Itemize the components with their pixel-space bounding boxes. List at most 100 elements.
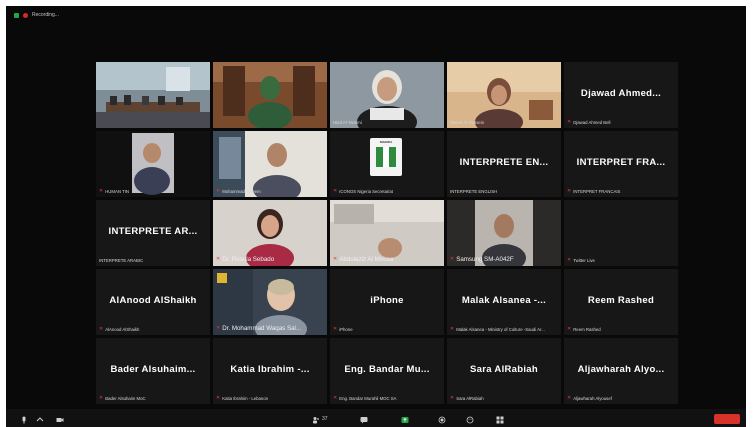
participant-caption: ✕ Dr. Rosula Sebado xyxy=(216,256,275,263)
video-feed xyxy=(213,131,327,197)
participant-caption: ✕ Aljawharah Alyousef xyxy=(567,395,612,402)
mic-muted-icon: ✕ xyxy=(450,256,455,262)
video-feed xyxy=(96,62,210,128)
participant-caption: ✕ Samsung SM-A042F xyxy=(450,256,514,263)
name-tile[interactable]: Eng. Bandar Mu... ✕ Eng. Bandar Murahil … xyxy=(330,338,444,404)
empty-tile[interactable]: ✕ Twitter Live xyxy=(564,200,678,266)
participants-icon[interactable] xyxy=(312,416,320,424)
name-tile[interactable]: Reem Rashed ✕ Reem Rashed xyxy=(564,269,678,335)
chevron-up-icon[interactable] xyxy=(36,416,44,424)
participant-caption: ✕ ICONOS Nigeria Secretariat xyxy=(333,188,393,195)
mic-muted-icon: ✕ xyxy=(216,395,221,401)
chat-icon[interactable] xyxy=(360,416,368,424)
share-screen-icon[interactable] xyxy=(401,416,409,424)
participant-caption: ✕ Eng. Bandar Murahil MOC SA xyxy=(333,395,397,402)
recording-label: Recording... xyxy=(32,12,59,18)
participant-caption: INTERPRETE ENGLISH xyxy=(450,189,498,194)
logo-tile[interactable]: NIGERIA ✕ ICONOS Nigeria Secretariat xyxy=(330,131,444,197)
video-tile-active-speaker[interactable]: Hind Al-Tamimi xyxy=(330,62,444,128)
record-icon[interactable] xyxy=(438,416,446,424)
mic-muted-icon: ✕ xyxy=(567,326,572,332)
participant-caption: ✕ INTERPRET FRANCAIS xyxy=(567,188,621,195)
participant-name: Djawad Ahmed... xyxy=(580,88,662,99)
mic-muted-icon: ✕ xyxy=(567,395,572,401)
participant-name: Sara AlRabiah xyxy=(470,364,538,375)
reactions-icon[interactable] xyxy=(466,416,474,424)
video-feed xyxy=(447,62,561,128)
video-tile[interactable]: ✕ Dr. Rosula Sebado xyxy=(213,200,327,266)
mic-muted-icon: ✕ xyxy=(567,119,572,125)
video-feed xyxy=(213,62,327,128)
end-meeting-button[interactable] xyxy=(714,414,740,424)
mic-muted-icon: ✕ xyxy=(333,326,338,332)
participant-name: Eng. Bandar Mu... xyxy=(344,364,430,375)
recording-dot-icon xyxy=(23,12,28,18)
participant-caption: Saeed Al-Hussein xyxy=(450,120,485,125)
mic-muted-icon: ✕ xyxy=(216,256,221,262)
mic-muted-icon: ✕ xyxy=(567,188,572,194)
participant-caption: ✕ Reem Rashed xyxy=(567,326,601,333)
video-tile[interactable]: Saeed Al-Hussein xyxy=(447,62,561,128)
participant-caption: ✕ AlAnood AlShaikh xyxy=(99,326,140,333)
participant-caption: INTERPRETE ARABIC xyxy=(99,258,144,263)
participant-caption: ✕ Bader Alsuhaim MoC xyxy=(99,395,146,402)
mic-muted-icon: ✕ xyxy=(216,188,221,194)
organization-logo: NIGERIA xyxy=(370,138,402,176)
participant-name: Bader Alsuhaim... xyxy=(110,364,196,375)
participant-name: iPhone xyxy=(370,295,404,306)
participant-name: Malak Alsanea -... xyxy=(461,295,547,306)
video-feed xyxy=(96,131,210,197)
name-tile[interactable]: Aljawharah Alyo... ✕ Aljawharah Alyousef xyxy=(564,338,678,404)
participant-count: 37 xyxy=(322,416,328,422)
name-tile[interactable]: Bader Alsuhaim... ✕ Bader Alsuhaim MoC xyxy=(96,338,210,404)
participant-name: AlAnood AlShaikh xyxy=(109,295,197,306)
video-feed xyxy=(330,62,444,128)
participant-caption: ✕ Sara AlRabiah xyxy=(450,395,484,402)
participant-name: INTERPRET FRA... xyxy=(576,157,666,168)
participant-caption: ✕ Dr. Mohammad Waqas Sal... xyxy=(216,325,302,332)
name-tile[interactable]: INTERPRETE EN... INTERPRETE ENGLISH xyxy=(447,131,561,197)
participant-caption: ✕ iPhone xyxy=(333,326,353,333)
participant-caption: ✕ Mohammad Saleem xyxy=(216,188,261,195)
name-tile[interactable]: iPhone ✕ iPhone xyxy=(330,269,444,335)
participant-name: INTERPRETE AR... xyxy=(108,226,198,237)
mic-muted-icon: ✕ xyxy=(99,188,104,194)
gallery-grid: Hind Al-Tamimi Saeed Al-Hussein Djawad A… xyxy=(96,62,679,404)
name-tile[interactable]: Katia Ibrahim -... ✕ Katia Ibrahim - Leb… xyxy=(213,338,327,404)
mic-muted-icon: ✕ xyxy=(450,326,455,332)
mic-muted-icon: ✕ xyxy=(567,257,572,263)
video-tile[interactable]: ✕ HUMAN TIN xyxy=(96,131,210,197)
participant-caption: ✕ Katia Ibrahim - Lebanon xyxy=(216,395,269,402)
video-tile[interactable]: ✕ Samsung SM-A042F xyxy=(447,200,561,266)
mic-muted-icon: ✕ xyxy=(99,326,104,332)
mic-muted-icon: ✕ xyxy=(333,256,338,262)
meeting-toolbar: 37 xyxy=(6,409,746,427)
video-tile[interactable] xyxy=(96,62,210,128)
participant-name: Reem Rashed xyxy=(587,295,655,306)
mic-muted-icon: ✕ xyxy=(99,395,104,401)
name-tile[interactable]: AlAnood AlShaikh ✕ AlAnood AlShaikh xyxy=(96,269,210,335)
name-tile[interactable]: Sara AlRabiah ✕ Sara AlRabiah xyxy=(447,338,561,404)
video-camera-icon[interactable] xyxy=(56,416,64,424)
name-tile[interactable]: Djawad Ahmed... ✕ Djawad Ahmed Bell xyxy=(564,62,678,128)
video-tile[interactable] xyxy=(213,62,327,128)
apps-icon[interactable] xyxy=(496,416,504,424)
participant-name: Katia Ibrahim -... xyxy=(230,364,310,375)
participant-caption: Hind Al-Tamimi xyxy=(333,120,362,125)
name-tile[interactable]: INTERPRET FRA... ✕ INTERPRET FRANCAIS xyxy=(564,131,678,197)
participant-caption: ✕ Abdulaziz Al Mousa xyxy=(333,256,394,263)
mic-muted-icon: ✕ xyxy=(216,325,221,331)
mute-mic-icon[interactable] xyxy=(20,416,28,424)
mic-muted-icon: ✕ xyxy=(333,188,338,194)
participant-caption: ✕ Malak Alsanea - Ministry of Culture -S… xyxy=(450,326,545,333)
video-tile[interactable]: ✕ Mohammad Saleem xyxy=(213,131,327,197)
name-tile[interactable]: INTERPRETE AR... INTERPRETE ARABIC xyxy=(96,200,210,266)
participant-caption: ✕ Djawad Ahmed Bell xyxy=(567,119,611,126)
name-tile[interactable]: Malak Alsanea -... ✕ Malak Alsanea - Min… xyxy=(447,269,561,335)
video-tile[interactable]: ✕ Dr. Mohammad Waqas Sal... xyxy=(213,269,327,335)
zoom-window: Recording... Hind Al-Tamimi Saeed Al-Hus… xyxy=(6,6,746,427)
participant-caption: ✕ Twitter Live xyxy=(567,257,595,264)
video-tile[interactable]: ✕ Abdulaziz Al Mousa xyxy=(330,200,444,266)
mic-muted-icon: ✕ xyxy=(450,395,455,401)
participant-caption: ✕ HUMAN TIN xyxy=(99,188,129,195)
